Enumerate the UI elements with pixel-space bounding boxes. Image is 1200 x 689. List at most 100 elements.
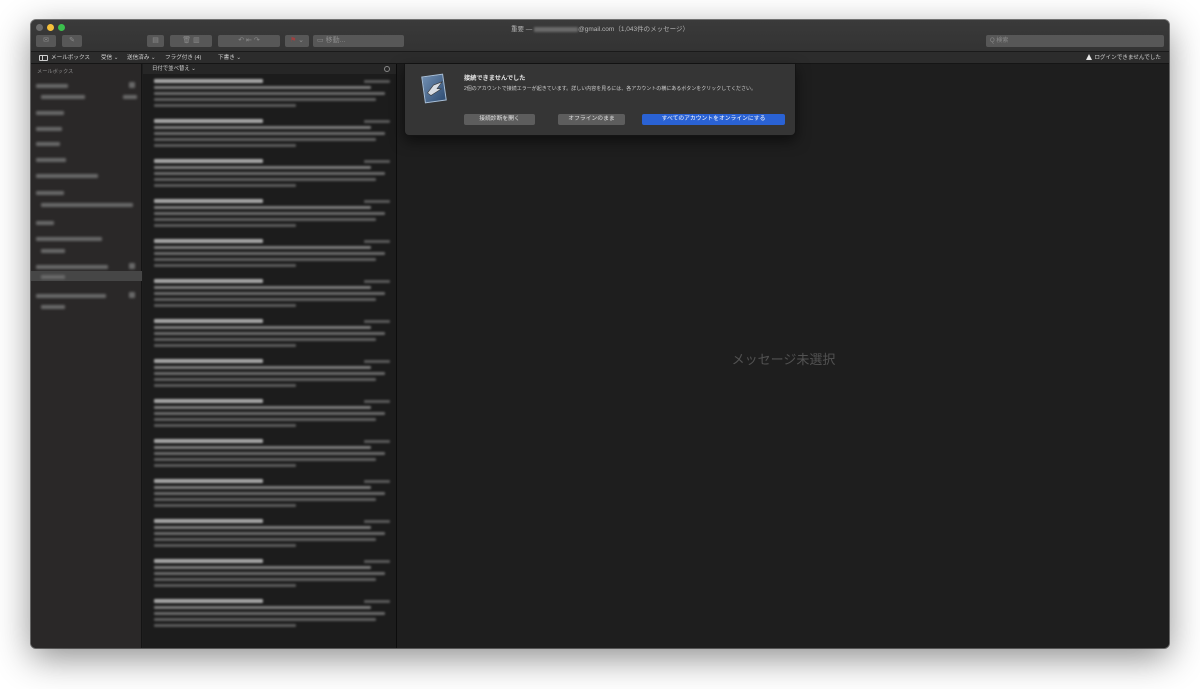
- message-row[interactable]: [154, 157, 390, 195]
- sidebar-account[interactable]: [36, 294, 106, 298]
- reply-forward-button[interactable]: ↶ ⇤ ↷: [218, 35, 280, 47]
- message-row[interactable]: [154, 117, 390, 155]
- sidebar-item[interactable]: [36, 84, 68, 88]
- favorites-drafts[interactable]: 下書き ⌄: [218, 52, 241, 64]
- message-list: 日付で並べ替え ⌄: [143, 64, 397, 648]
- sidebar-item[interactable]: [36, 142, 60, 146]
- message-text-line: [154, 159, 263, 163]
- message-text-line: [154, 424, 296, 427]
- connection-alert: 接続できませんでした 2個のアカウントで接続エラーが起きています。詳しい内容を見…: [404, 64, 796, 136]
- message-text-line: [154, 178, 376, 181]
- favorites-inbox[interactable]: 受信 ⌄: [101, 52, 118, 64]
- message-row[interactable]: [154, 557, 390, 595]
- message-text-line: [154, 538, 376, 541]
- message-text-line: [154, 132, 386, 135]
- message-text-line: [154, 119, 263, 123]
- message-text-line: [154, 92, 386, 95]
- favorites-mailboxes[interactable]: メールボックス: [51, 52, 90, 64]
- sidebar-item[interactable]: [41, 203, 133, 207]
- message-row[interactable]: [154, 197, 390, 235]
- message-text-line: [154, 406, 372, 409]
- sidebar-account[interactable]: [36, 191, 64, 195]
- message-row[interactable]: [154, 597, 390, 635]
- message-text-line: [154, 559, 263, 563]
- sidebar-badge: [129, 82, 135, 88]
- sidebar-item[interactable]: [36, 111, 64, 115]
- search-input[interactable]: Q 検索: [986, 35, 1164, 47]
- sidebar-account[interactable]: [36, 221, 54, 225]
- filter-icon[interactable]: [384, 66, 390, 72]
- message-viewer: 接続できませんでした 2個のアカウントで接続エラーが起きています。詳しい内容を見…: [398, 64, 1169, 648]
- message-text-line: [154, 504, 296, 507]
- message-text-line: [154, 384, 296, 387]
- favorites-flagged[interactable]: フラグ付き (4): [165, 52, 201, 64]
- sidebar-account[interactable]: [36, 174, 98, 178]
- message-text-line: [154, 264, 296, 267]
- message-date: [364, 160, 390, 163]
- compose-button[interactable]: ✎: [62, 35, 82, 47]
- stay-offline-button[interactable]: オフラインのまま: [558, 114, 625, 125]
- message-row[interactable]: [154, 477, 390, 515]
- message-date: [364, 80, 390, 83]
- message-text-line: [154, 279, 263, 283]
- flag-button[interactable]: ⚑ ⌄: [285, 35, 309, 47]
- message-row[interactable]: [154, 397, 390, 435]
- login-warning[interactable]: ログインできませんでした: [1086, 52, 1161, 64]
- sidebar-item[interactable]: [36, 158, 66, 162]
- message-text-line: [154, 86, 372, 89]
- message-date: [364, 280, 390, 283]
- take-all-online-button[interactable]: すべてのアカウントをオンラインにする: [642, 114, 785, 125]
- message-date: [364, 440, 390, 443]
- window-title: 重要 — @gmail.com（1,043件のメッセージ）: [31, 23, 1169, 33]
- message-text-line: [154, 372, 386, 375]
- message-row[interactable]: [154, 277, 390, 315]
- sidebar-account[interactable]: [36, 237, 102, 241]
- message-text-line: [154, 199, 263, 203]
- message-text-line: [154, 498, 376, 501]
- message-text-line: [154, 599, 263, 603]
- message-row[interactable]: [154, 317, 390, 355]
- message-text-line: [154, 98, 376, 101]
- redacted-account: [534, 26, 579, 32]
- sidebar-item[interactable]: [41, 275, 65, 279]
- flag-icon: ⚑: [289, 37, 297, 44]
- message-text-line: [154, 412, 386, 415]
- move-to-mailbox-button[interactable]: ▭ 移動...: [313, 35, 404, 47]
- message-date: [364, 600, 390, 603]
- open-diagnostics-button[interactable]: 接続診断を開く: [464, 114, 535, 125]
- archive-button[interactable]: ▤: [147, 35, 164, 47]
- sidebar-toggle-icon[interactable]: [39, 55, 48, 61]
- no-message-selected: メッセージ未選択: [731, 352, 836, 367]
- get-mail-button[interactable]: ✉: [36, 35, 56, 47]
- message-text-line: [154, 452, 386, 455]
- message-text-line: [154, 172, 386, 175]
- message-row[interactable]: [154, 437, 390, 475]
- sort-header[interactable]: 日付で並べ替え ⌄: [143, 64, 396, 74]
- sidebar-badge: [129, 292, 135, 298]
- message-text-line: [154, 572, 386, 575]
- sort-label: 日付で並べ替え ⌄: [152, 66, 196, 72]
- sidebar-item[interactable]: [41, 95, 85, 99]
- message-text-line: [154, 606, 372, 609]
- message-row[interactable]: [154, 357, 390, 395]
- sidebar-item[interactable]: [36, 127, 62, 131]
- message-date: [364, 480, 390, 483]
- sidebar-item[interactable]: [41, 305, 65, 309]
- favorites-sent[interactable]: 送信済み ⌄: [127, 52, 156, 64]
- move-placeholder: 移動...: [325, 37, 346, 44]
- message-row[interactable]: [154, 517, 390, 555]
- sidebar-account[interactable]: [36, 265, 108, 269]
- delete-junk-button[interactable]: 🗑 ▥: [170, 35, 212, 47]
- message-text-line: [154, 532, 386, 535]
- message-text-line: [154, 418, 376, 421]
- message-date: [364, 240, 390, 243]
- message-date: [364, 320, 390, 323]
- message-text-line: [154, 104, 296, 107]
- message-text-line: [154, 218, 376, 221]
- message-text-line: [154, 584, 296, 587]
- message-row[interactable]: [154, 77, 390, 115]
- message-text-line: [154, 526, 372, 529]
- message-row[interactable]: [154, 237, 390, 275]
- sidebar-item[interactable]: [41, 249, 65, 253]
- mail-window: 重要 — @gmail.com（1,043件のメッセージ） ✉ ✎ ▤ 🗑 ▥ …: [31, 20, 1169, 648]
